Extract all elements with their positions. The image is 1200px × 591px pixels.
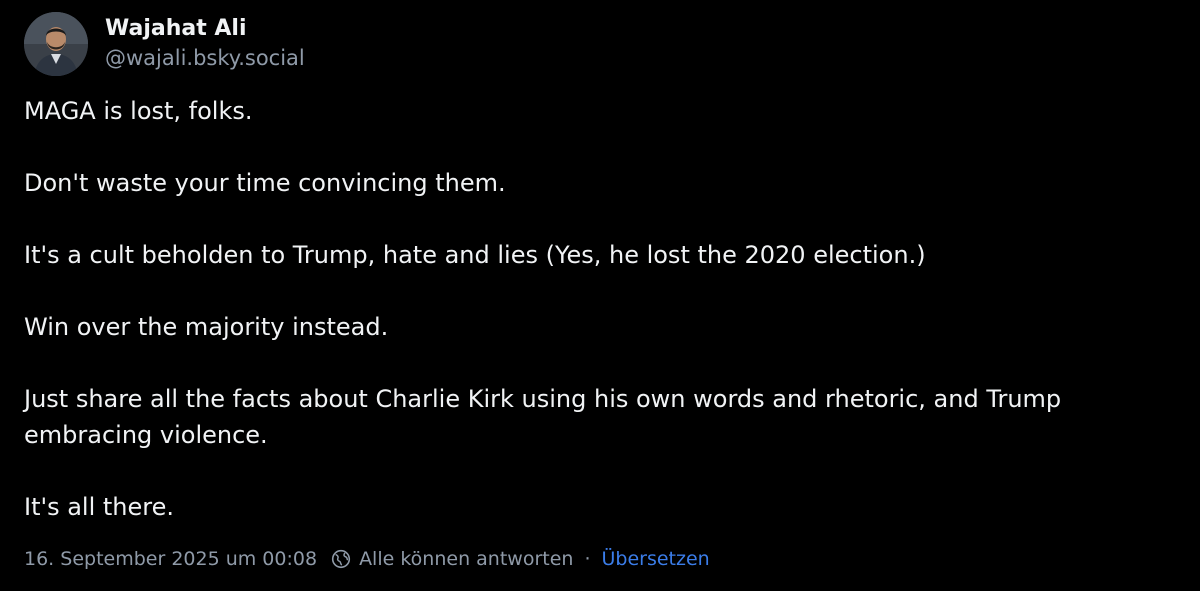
- reply-setting-button[interactable]: Alle können antworten: [331, 545, 573, 573]
- avatar[interactable]: [24, 12, 88, 76]
- author-handle[interactable]: @wajali.bsky.social: [105, 43, 305, 73]
- post-text: MAGA is lost, folks. Don't waste your ti…: [24, 93, 1174, 525]
- author-display-name[interactable]: Wajahat Ali: [105, 14, 305, 44]
- separator-dot: ·: [584, 548, 591, 570]
- post-paragraph: Don't waste your time convincing them.: [24, 169, 506, 197]
- post-meta: 16. September 2025 um 00:08 Alle können …: [24, 545, 710, 573]
- avatar-image: [24, 12, 88, 76]
- post-paragraph: It's a cult beholden to Trump, hate and …: [24, 241, 926, 269]
- post-paragraph: MAGA is lost, folks.: [24, 97, 253, 125]
- author-names: Wajahat Ali @wajali.bsky.social: [105, 14, 305, 73]
- post-paragraph: Just share all the facts about Charlie K…: [24, 385, 1062, 449]
- post-paragraph: It's all there.: [24, 493, 175, 521]
- post-paragraph: Win over the majority instead.: [24, 313, 389, 341]
- translate-link[interactable]: Übersetzen: [602, 545, 710, 573]
- post-timestamp[interactable]: 16. September 2025 um 00:08: [24, 545, 317, 573]
- reply-setting-label: Alle können antworten: [359, 548, 574, 570]
- post-header: Wajahat Ali @wajali.bsky.social: [24, 12, 305, 76]
- globe-icon: [331, 549, 351, 569]
